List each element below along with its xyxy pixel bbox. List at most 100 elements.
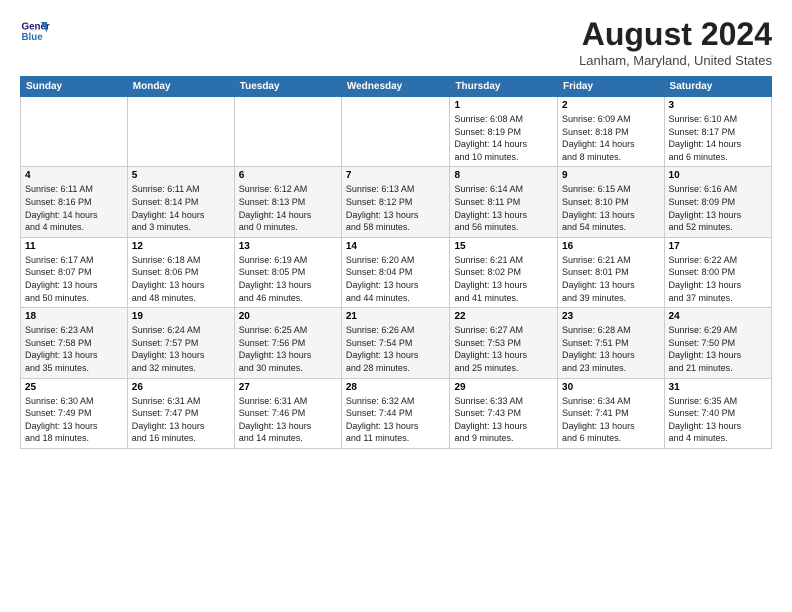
day-cell: 15Sunrise: 6:21 AM Sunset: 8:02 PM Dayli… xyxy=(450,237,558,307)
day-number: 3 xyxy=(669,100,767,111)
day-cell: 21Sunrise: 6:26 AM Sunset: 7:54 PM Dayli… xyxy=(341,308,450,378)
day-cell: 25Sunrise: 6:30 AM Sunset: 7:49 PM Dayli… xyxy=(21,378,128,448)
day-cell: 20Sunrise: 6:25 AM Sunset: 7:56 PM Dayli… xyxy=(234,308,341,378)
day-number: 20 xyxy=(239,311,337,322)
weekday-header-monday: Monday xyxy=(127,77,234,97)
day-cell: 29 Sunrise: 6:33 AM Sunset: 7:43 PM Dayli… xyxy=(450,378,558,448)
day-cell: 13 Sunrise: 6:19 AM Sunset: 8:05 PM Dayli… xyxy=(234,237,341,307)
day-cell: 27 Sunrise: 6:31 AM Sunset: 7:46 PM Dayli… xyxy=(234,378,341,448)
day-number: 14 xyxy=(346,241,446,252)
day-info: Sunrise: 6:16 AM Sunset: 8:09 PM Dayligh… xyxy=(669,183,767,233)
day-info: Sunrise: 6:14 AM Sunset: 8:11 PM Dayligh… xyxy=(454,183,553,233)
day-info: Sunrise: 6:30 AM Sunset: 7:49 PM Dayligh… xyxy=(25,395,123,445)
day-info: Sunrise: 6:33 AM Sunset: 7:43 PM Dayligh… xyxy=(454,395,553,445)
day-number: 19 xyxy=(132,311,230,322)
week-row-1: 1 Sunrise: 6:08 AM Sunset: 8:19 PM Daylig… xyxy=(21,97,772,167)
day-cell xyxy=(234,97,341,167)
day-info: Sunrise: 6:26 AM Sunset: 7:54 PM Dayligh… xyxy=(346,324,446,374)
svg-text:Blue: Blue xyxy=(22,32,44,43)
day-cell: 22 Sunrise: 6:27 AM Sunset: 7:53 PM Dayli… xyxy=(450,308,558,378)
day-cell: 11 Sunrise: 6:17 AM Sunset: 8:07 PM Dayli… xyxy=(21,237,128,307)
weekday-header-row: SundayMondayTuesdayWednesdayThursdayFrid… xyxy=(21,77,772,97)
day-number: 28 xyxy=(346,382,446,393)
day-number: 12 xyxy=(132,241,230,252)
day-number: 18 xyxy=(25,311,123,322)
day-number: 13 xyxy=(239,241,337,252)
day-cell: 9 Sunrise: 6:15 AM Sunset: 8:10 PM Daylig… xyxy=(558,167,664,237)
day-info: Sunrise: 6:31 AM Sunset: 7:46 PM Dayligh… xyxy=(239,395,337,445)
header: General Blue August 2024 Lanham, Marylan… xyxy=(20,16,772,68)
day-cell xyxy=(21,97,128,167)
day-cell: 14Sunrise: 6:20 AM Sunset: 8:04 PM Dayli… xyxy=(341,237,450,307)
weekday-header-tuesday: Tuesday xyxy=(234,77,341,97)
day-cell: 17 Sunrise: 6:22 AM Sunset: 8:00 PM Dayli… xyxy=(664,237,771,307)
day-cell: 31Sunrise: 6:35 AM Sunset: 7:40 PM Dayli… xyxy=(664,378,771,448)
day-cell: 3 Sunrise: 6:10 AM Sunset: 8:17 PM Daylig… xyxy=(664,97,771,167)
weekday-header-wednesday: Wednesday xyxy=(341,77,450,97)
day-number: 4 xyxy=(25,170,123,181)
day-cell: 16 Sunrise: 6:21 AM Sunset: 8:01 PM Dayli… xyxy=(558,237,664,307)
day-cell xyxy=(127,97,234,167)
day-info: Sunrise: 6:22 AM Sunset: 8:00 PM Dayligh… xyxy=(669,254,767,304)
day-number: 7 xyxy=(346,170,446,181)
day-cell: 7 Sunrise: 6:13 AM Sunset: 8:12 PM Daylig… xyxy=(341,167,450,237)
day-number: 29 xyxy=(454,382,553,393)
day-info: Sunrise: 6:21 AM Sunset: 8:01 PM Dayligh… xyxy=(562,254,659,304)
day-info: Sunrise: 6:19 AM Sunset: 8:05 PM Dayligh… xyxy=(239,254,337,304)
week-row-5: 25Sunrise: 6:30 AM Sunset: 7:49 PM Dayli… xyxy=(21,378,772,448)
day-number: 1 xyxy=(454,100,553,111)
day-info: Sunrise: 6:11 AM Sunset: 8:14 PM Dayligh… xyxy=(132,183,230,233)
day-info: Sunrise: 6:34 AM Sunset: 7:41 PM Dayligh… xyxy=(562,395,659,445)
day-info: Sunrise: 6:27 AM Sunset: 7:53 PM Dayligh… xyxy=(454,324,553,374)
day-number: 22 xyxy=(454,311,553,322)
day-cell: 28 Sunrise: 6:32 AM Sunset: 7:44 PM Dayli… xyxy=(341,378,450,448)
day-number: 31 xyxy=(669,382,767,393)
day-number: 27 xyxy=(239,382,337,393)
day-info: Sunrise: 6:09 AM Sunset: 8:18 PM Dayligh… xyxy=(562,113,659,163)
month-title: August 2024 xyxy=(579,16,772,53)
day-info: Sunrise: 6:17 AM Sunset: 8:07 PM Dayligh… xyxy=(25,254,123,304)
day-number: 30 xyxy=(562,382,659,393)
day-info: Sunrise: 6:08 AM Sunset: 8:19 PM Dayligh… xyxy=(454,113,553,163)
day-number: 26 xyxy=(132,382,230,393)
page: General Blue August 2024 Lanham, Marylan… xyxy=(0,0,792,612)
calendar-table: SundayMondayTuesdayWednesdayThursdayFrid… xyxy=(20,76,772,449)
day-info: Sunrise: 6:29 AM Sunset: 7:50 PM Dayligh… xyxy=(669,324,767,374)
day-cell: 8 Sunrise: 6:14 AM Sunset: 8:11 PM Daylig… xyxy=(450,167,558,237)
day-number: 6 xyxy=(239,170,337,181)
day-info: Sunrise: 6:15 AM Sunset: 8:10 PM Dayligh… xyxy=(562,183,659,233)
day-cell: 6 Sunrise: 6:12 AM Sunset: 8:13 PM Daylig… xyxy=(234,167,341,237)
week-row-4: 18 Sunrise: 6:23 AM Sunset: 7:58 PM Dayli… xyxy=(21,308,772,378)
day-cell: 12 Sunrise: 6:18 AM Sunset: 8:06 PM Dayli… xyxy=(127,237,234,307)
logo-icon: General Blue xyxy=(20,16,50,46)
day-info: Sunrise: 6:23 AM Sunset: 7:58 PM Dayligh… xyxy=(25,324,123,374)
day-info: Sunrise: 6:11 AM Sunset: 8:16 PM Dayligh… xyxy=(25,183,123,233)
day-cell: 2 Sunrise: 6:09 AM Sunset: 8:18 PM Daylig… xyxy=(558,97,664,167)
day-number: 16 xyxy=(562,241,659,252)
day-cell xyxy=(341,97,450,167)
weekday-header-saturday: Saturday xyxy=(664,77,771,97)
day-info: Sunrise: 6:12 AM Sunset: 8:13 PM Dayligh… xyxy=(239,183,337,233)
day-number: 17 xyxy=(669,241,767,252)
day-cell: 26Sunrise: 6:31 AM Sunset: 7:47 PM Dayli… xyxy=(127,378,234,448)
weekday-header-friday: Friday xyxy=(558,77,664,97)
logo: General Blue xyxy=(20,16,50,46)
day-number: 8 xyxy=(454,170,553,181)
week-row-2: 4 Sunrise: 6:11 AM Sunset: 8:16 PM Daylig… xyxy=(21,167,772,237)
day-info: Sunrise: 6:10 AM Sunset: 8:17 PM Dayligh… xyxy=(669,113,767,163)
day-number: 11 xyxy=(25,241,123,252)
day-info: Sunrise: 6:18 AM Sunset: 8:06 PM Dayligh… xyxy=(132,254,230,304)
day-number: 5 xyxy=(132,170,230,181)
day-cell: 23Sunrise: 6:28 AM Sunset: 7:51 PM Dayli… xyxy=(558,308,664,378)
day-info: Sunrise: 6:32 AM Sunset: 7:44 PM Dayligh… xyxy=(346,395,446,445)
day-number: 9 xyxy=(562,170,659,181)
day-number: 10 xyxy=(669,170,767,181)
day-cell: 10 Sunrise: 6:16 AM Sunset: 8:09 PM Dayli… xyxy=(664,167,771,237)
day-cell: 18 Sunrise: 6:23 AM Sunset: 7:58 PM Dayli… xyxy=(21,308,128,378)
day-cell: 1 Sunrise: 6:08 AM Sunset: 8:19 PM Daylig… xyxy=(450,97,558,167)
day-number: 2 xyxy=(562,100,659,111)
day-info: Sunrise: 6:13 AM Sunset: 8:12 PM Dayligh… xyxy=(346,183,446,233)
day-cell: 30 Sunrise: 6:34 AM Sunset: 7:41 PM Dayli… xyxy=(558,378,664,448)
day-cell: 5 Sunrise: 6:11 AM Sunset: 8:14 PM Daylig… xyxy=(127,167,234,237)
location: Lanham, Maryland, United States xyxy=(579,53,772,68)
